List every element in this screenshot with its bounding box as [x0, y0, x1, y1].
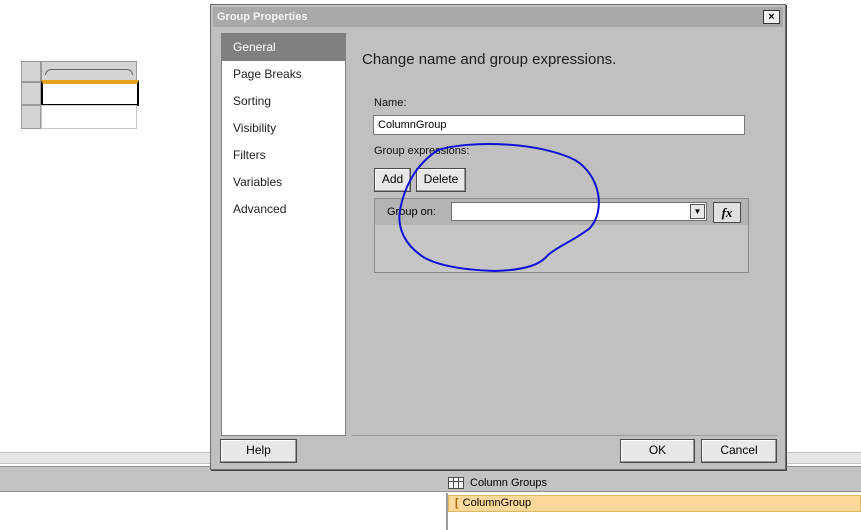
tablix-designer[interactable] — [21, 61, 139, 129]
add-button[interactable]: Add — [374, 168, 411, 192]
nav-item-visibility[interactable]: Visibility — [222, 115, 345, 142]
row-handle-2[interactable] — [21, 105, 41, 129]
name-label: Name: — [374, 97, 407, 109]
detail-cell[interactable] — [41, 105, 137, 129]
chevron-down-icon[interactable]: ▼ — [690, 204, 705, 219]
name-field[interactable] — [373, 115, 745, 135]
close-button[interactable]: × — [763, 10, 780, 24]
group-expressions-grid: Group on: ▼ fx — [374, 198, 749, 273]
general-page: Change name and group expressions. Name:… — [352, 33, 778, 436]
nav-item-advanced[interactable]: Advanced — [222, 196, 345, 223]
expression-fx-button[interactable]: fx — [713, 202, 741, 223]
group-on-label: Group on: — [387, 206, 436, 218]
column-group-item[interactable]: [ ColumnGroup — [448, 495, 861, 512]
table-grid-icon — [448, 477, 464, 489]
ok-button[interactable]: OK — [620, 439, 695, 463]
tablix-corner-handle[interactable] — [21, 61, 41, 82]
column-group-item-label: ColumnGroup — [462, 497, 532, 509]
nav-item-variables[interactable]: Variables — [222, 169, 345, 196]
selected-cell[interactable] — [41, 80, 139, 106]
column-groups-header: Column Groups — [448, 474, 547, 492]
help-button[interactable]: Help — [220, 439, 297, 463]
nav-item-filters[interactable]: Filters — [222, 142, 345, 169]
page-heading: Change name and group expressions. — [362, 51, 617, 68]
property-page-nav: General Page Breaks Sorting Visibility F… — [221, 33, 346, 436]
nav-item-sorting[interactable]: Sorting — [222, 88, 345, 115]
nav-item-general[interactable]: General — [222, 34, 345, 61]
group-bracket-icon: [ — [455, 497, 459, 509]
dialog-title: Group Properties — [217, 11, 308, 23]
row-handle-1[interactable] — [21, 82, 41, 105]
dialog-title-bar[interactable]: Group Properties × — [213, 7, 783, 27]
cancel-button[interactable]: Cancel — [701, 439, 777, 463]
nav-item-page-breaks[interactable]: Page Breaks — [222, 61, 345, 88]
group-expression-row[interactable]: Group on: ▼ fx — [375, 199, 748, 225]
group-expressions-label: Group expressions: — [374, 145, 470, 157]
group-on-combobox[interactable]: ▼ — [451, 202, 707, 221]
column-groups-title: Column Groups — [470, 477, 548, 489]
group-properties-dialog: Group Properties × General Page Breaks S… — [210, 4, 786, 470]
delete-button[interactable]: Delete — [416, 168, 466, 192]
column-group-brace — [45, 69, 133, 75]
